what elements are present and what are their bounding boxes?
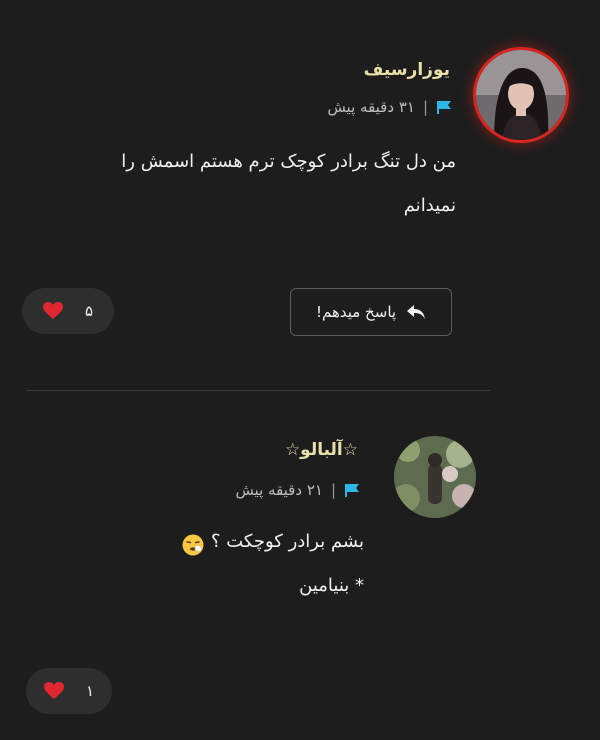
comment-2: ☆آلبالو☆ | ۲۱ دقیقه پیش بشم برادر کوچکت … bbox=[0, 0, 600, 740]
comment-meta: | ۲۱ دقیقه پیش bbox=[235, 481, 360, 499]
heart-icon bbox=[43, 682, 64, 700]
comment-text: بشم برادر کوچکت ؟ * بنیامین bbox=[24, 520, 364, 608]
flag-icon[interactable] bbox=[344, 483, 360, 497]
profile-photo-garden-icon bbox=[394, 436, 476, 518]
sneezing-face-emoji-icon bbox=[181, 530, 205, 556]
comment-text-content: بشم برادر کوچکت ؟ bbox=[210, 531, 364, 552]
like-count: ۱ bbox=[85, 682, 95, 700]
comment-text-line: بشم برادر کوچکت ؟ bbox=[24, 520, 364, 564]
like-button[interactable]: ۱ bbox=[26, 668, 112, 714]
username[interactable]: ☆آلبالو☆ bbox=[285, 440, 358, 460]
comment-text-line: * بنیامین bbox=[299, 575, 364, 596]
separator: | bbox=[330, 481, 336, 499]
timestamp: ۲۱ دقیقه پیش bbox=[235, 481, 323, 499]
avatar[interactable] bbox=[394, 436, 476, 518]
